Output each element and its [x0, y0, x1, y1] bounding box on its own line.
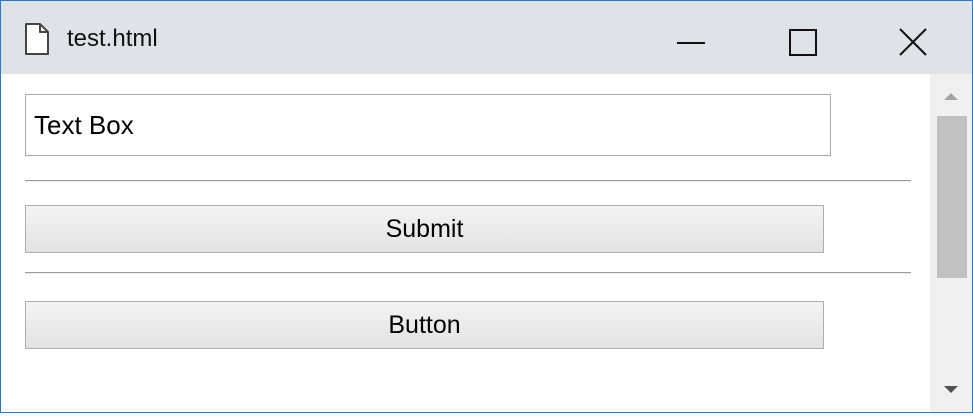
submit-button[interactable]: Submit [25, 205, 824, 253]
browser-window: test.html Submit Button [0, 0, 973, 413]
maximize-icon [789, 29, 817, 56]
horizontal-rule [25, 272, 911, 274]
scroll-up-button[interactable] [930, 74, 972, 110]
minimize-button[interactable] [641, 1, 741, 74]
scroll-thumb[interactable] [937, 116, 967, 278]
scroll-down-arrow-icon [944, 386, 958, 393]
file-icon [23, 23, 51, 55]
text-box-input[interactable] [25, 94, 831, 156]
page-content: Submit Button [1, 74, 930, 412]
close-icon [899, 28, 927, 56]
close-button[interactable] [867, 1, 967, 74]
vertical-scrollbar[interactable] [930, 74, 972, 412]
window-title: test.html [67, 25, 158, 52]
scroll-up-arrow-icon [944, 93, 958, 100]
minimize-icon [677, 42, 705, 44]
maximize-button[interactable] [755, 1, 855, 74]
scroll-down-button[interactable] [930, 376, 972, 412]
title-bar[interactable]: test.html [1, 1, 972, 74]
horizontal-rule [25, 180, 911, 182]
generic-button[interactable]: Button [25, 301, 824, 349]
